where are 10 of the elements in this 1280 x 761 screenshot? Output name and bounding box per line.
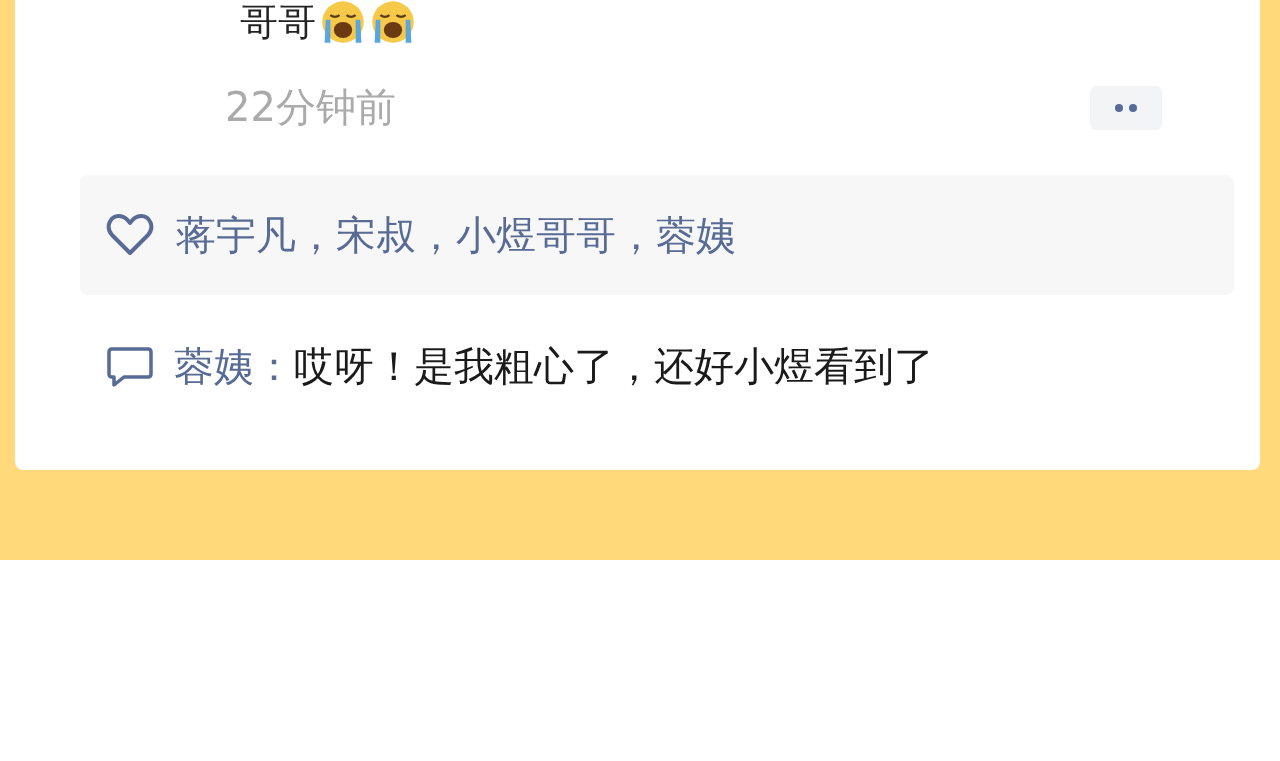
timestamp: 22分钟前 (225, 83, 396, 132)
comment-author[interactable]: 蓉姨： (174, 339, 294, 394)
more-button[interactable] (1090, 85, 1162, 130)
crying-emoji-icon (320, 0, 366, 45)
comment-text: 哎呀！是我粗心了，还好小煜看到了 (294, 342, 934, 391)
comment-icon (106, 344, 154, 389)
post-text: 哥哥 (240, 0, 316, 44)
crying-emoji-icon (370, 0, 416, 45)
like-names: 蒋宇凡，宋叔，小煜哥哥，蓉姨 (176, 210, 736, 260)
heart-icon (106, 213, 154, 257)
